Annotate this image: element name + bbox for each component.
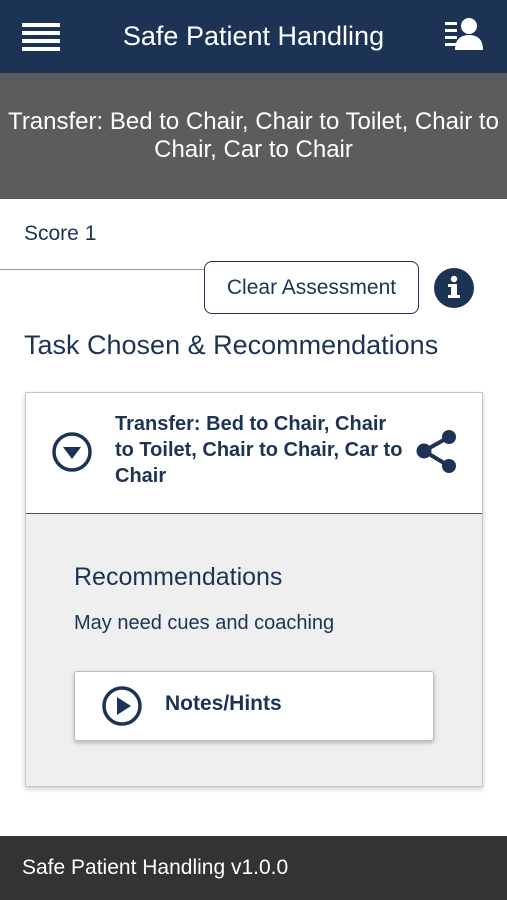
chevron-down-circle-icon[interactable]: [51, 431, 93, 473]
recommendation-text: May need cues and coaching: [74, 612, 335, 634]
share-icon[interactable]: [414, 429, 460, 475]
notes-hints-label: Notes/Hints: [165, 692, 282, 715]
play-circle-icon: [101, 685, 143, 727]
section-heading: Task Chosen & Recommendations: [24, 330, 439, 360]
info-icon[interactable]: [434, 268, 474, 308]
footer: Safe Patient Handling v1.0.0: [0, 836, 507, 900]
score-label: Score 1: [24, 222, 97, 245]
divider: [0, 269, 204, 270]
task-card: Transfer: Bed to Chair, Chair to Toilet,…: [25, 392, 483, 787]
task-card-header[interactable]: Transfer: Bed to Chair, Chair to Toilet,…: [26, 393, 482, 514]
task-banner: Transfer: Bed to Chair, Chair to Toilet,…: [0, 73, 507, 199]
clear-assessment-button[interactable]: Clear Assessment: [204, 261, 419, 314]
task-title: Transfer: Bed to Chair, Chair to Toilet,…: [115, 413, 403, 487]
nav-bar: Safe Patient Handling: [0, 0, 507, 73]
notes-hints-button[interactable]: Notes/Hints: [74, 671, 434, 741]
user-list-icon[interactable]: [443, 16, 487, 52]
recommendations-heading: Recommendations: [74, 563, 283, 591]
app-title: Safe Patient Handling: [122, 21, 385, 51]
app-version-text: Safe Patient Handling v1.0.0: [22, 856, 289, 879]
